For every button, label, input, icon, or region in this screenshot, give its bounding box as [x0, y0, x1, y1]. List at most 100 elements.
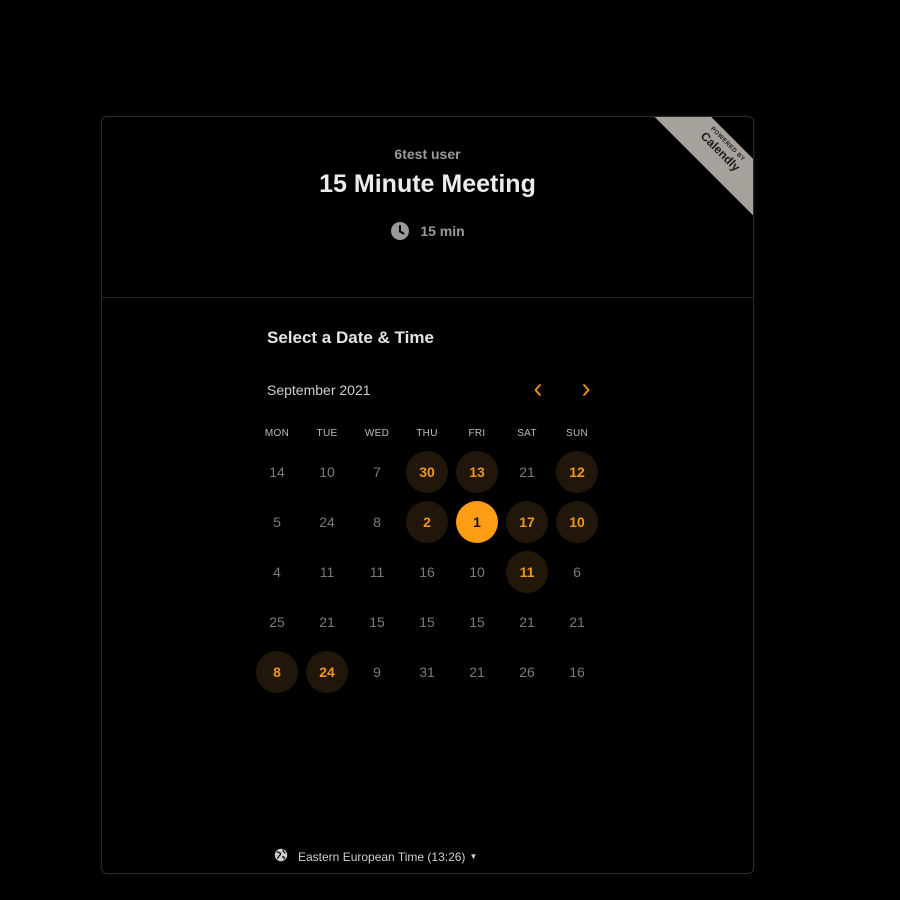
previous-month-button[interactable] [525, 377, 551, 403]
calendar-day: 15 [402, 597, 452, 647]
powered-by-text: POWERED BY [709, 126, 746, 163]
calendar-day-number: 6 [573, 564, 581, 580]
month-label: September 2021 [267, 382, 371, 398]
calendar-day: 21 [302, 597, 352, 647]
calendar-day-number: 7 [373, 464, 381, 480]
calendar-day-number: 15 [419, 614, 435, 630]
calendar-day-available[interactable]: 13 [452, 447, 502, 497]
timezone-label: Eastern European Time (13:26) [298, 849, 466, 864]
calendar-day-number: 11 [369, 564, 385, 580]
calendar-day: 25 [252, 597, 302, 647]
weekday-label: SUN [565, 428, 588, 439]
calendar-day-available[interactable]: 11 [502, 547, 552, 597]
chevron-right-icon [583, 384, 590, 396]
calendar-day-number: 16 [569, 664, 585, 680]
calendar-day-available[interactable]: 12 [552, 447, 602, 497]
calendar-day-number: 16 [419, 564, 435, 580]
calendar-day-number: 2 [406, 501, 448, 543]
duration-label: 15 min [420, 223, 465, 239]
calendar-day: 11 [302, 547, 352, 597]
section-title: Select a Date & Time [267, 328, 434, 347]
timezone-selector[interactable]: Eastern European Time (13:26) ▼ [274, 848, 477, 865]
calendar-day-number: 26 [519, 664, 535, 680]
calendar-day-number: 13 [456, 451, 498, 493]
weekday-header: MON TUE WED THU FRI SAT SUN [252, 428, 602, 439]
calendar-day: 6 [552, 547, 602, 597]
calendar-day-available[interactable]: 17 [502, 497, 552, 547]
calendar-day-number: 12 [556, 451, 598, 493]
month-navigation: September 2021 [267, 381, 607, 401]
calendar-day-number: 21 [519, 614, 535, 630]
calendar-day: 21 [502, 447, 552, 497]
calendar-day: 21 [552, 597, 602, 647]
calendar-day: 10 [302, 447, 352, 497]
calendar-day-number: 15 [369, 614, 385, 630]
calendar-day-number: 14 [269, 464, 285, 480]
calendar-day-number: 9 [373, 664, 381, 680]
calendar-day: 16 [402, 547, 452, 597]
calendar-day: 11 [352, 547, 402, 597]
calendar-day: 4 [252, 547, 302, 597]
calendar-day-number: 17 [506, 501, 548, 543]
calendar-day-number: 25 [269, 614, 285, 630]
calendar-day-number: 8 [256, 651, 298, 693]
ribbon-band[interactable]: POWERED BY Calendly [649, 117, 753, 221]
powered-by-ribbon[interactable]: POWERED BY Calendly [649, 117, 753, 221]
calendar-day: 26 [502, 647, 552, 697]
calendar-day-number: 21 [319, 614, 335, 630]
calendar-day-number: 10 [469, 564, 485, 580]
calendar-day: 15 [352, 597, 402, 647]
globe-icon [274, 848, 288, 865]
calendar-day-number: 24 [319, 514, 335, 530]
calendar-day-number: 1 [456, 501, 498, 543]
calendar-day-number: 4 [273, 564, 281, 580]
weekday-label: WED [364, 428, 390, 439]
calendar-day-number: 21 [569, 614, 585, 630]
calendar-day-number: 10 [556, 501, 598, 543]
calendar-day: 24 [302, 497, 352, 547]
calendar-day: 21 [502, 597, 552, 647]
weekday-label: MON [264, 428, 290, 439]
calendar-day-number: 11 [506, 551, 548, 593]
calendar-day-number: 21 [519, 464, 535, 480]
calendar-day-number: 30 [406, 451, 448, 493]
calendar-day-selected[interactable]: 1 [452, 497, 502, 547]
calendar-day: 9 [352, 647, 402, 697]
calendar-day: 21 [452, 647, 502, 697]
calendar-week-row: 8 24 9 31 21 26 16 [252, 647, 602, 697]
calendar-week-row: 25 21 15 15 15 21 21 [252, 597, 602, 647]
calendar-day: 8 [352, 497, 402, 547]
calendar-day-number: 31 [419, 664, 435, 680]
calendar-day: 10 [452, 547, 502, 597]
calendly-logo-text: Calendly [697, 128, 744, 175]
calendar-day-number: 5 [273, 514, 281, 530]
chevron-left-icon [534, 384, 541, 396]
weekday-label: SAT [517, 428, 537, 439]
calendar-week-row: 14 10 7 30 13 21 12 [252, 447, 602, 497]
calendar-day-available[interactable]: 30 [402, 447, 452, 497]
calendar-grid: 14 10 7 30 13 21 12 5 24 8 2 1 17 10 4 11 11 16 10 11 6 25 21 1… [252, 447, 602, 697]
calendar-day: 15 [452, 597, 502, 647]
caret-down-icon: ▼ [469, 852, 478, 861]
calendar-day-available[interactable]: 2 [402, 497, 452, 547]
calendar-day: 7 [352, 447, 402, 497]
calendar-day-number: 24 [306, 651, 348, 693]
calendar-day-number: 8 [373, 514, 381, 530]
weekday-label: TUE [316, 428, 338, 439]
calendar-day: 5 [252, 497, 302, 547]
calendar-week-row: 5 24 8 2 1 17 10 [252, 497, 602, 547]
calendar-day-available[interactable]: 10 [552, 497, 602, 547]
calendar-day-available[interactable]: 24 [302, 647, 352, 697]
calendar-day: 14 [252, 447, 302, 497]
calendar-day-number: 11 [319, 564, 335, 580]
calendar-day-number: 15 [469, 614, 485, 630]
calendar-day: 16 [552, 647, 602, 697]
calendar-week-row: 4 11 11 16 10 11 6 [252, 547, 602, 597]
calendar-day-number: 10 [319, 464, 335, 480]
calendar-day-number: 21 [469, 664, 485, 680]
clock-icon [390, 221, 410, 241]
calendar-day-available[interactable]: 8 [252, 647, 302, 697]
calendar-day: 31 [402, 647, 452, 697]
next-month-button[interactable] [573, 377, 599, 403]
event-duration: 15 min [102, 221, 753, 241]
